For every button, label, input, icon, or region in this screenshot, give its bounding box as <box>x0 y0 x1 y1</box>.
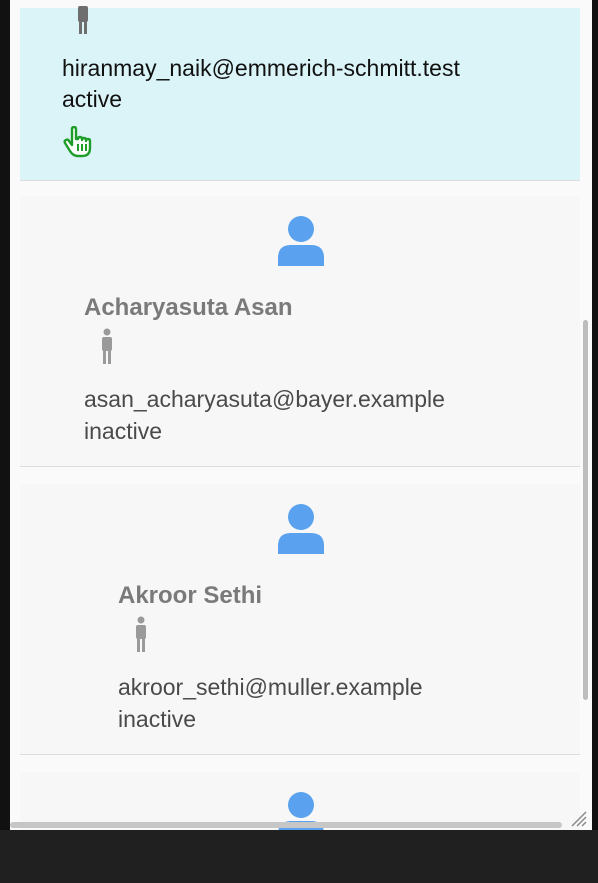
user-list-panel[interactable]: hiranmay_naik@emmerich-schmitt.test acti… <box>10 0 592 830</box>
user-status: active <box>62 86 123 112</box>
user-email: akroor_sethi@muller.example <box>118 674 423 700</box>
male-gender-icon <box>102 328 112 364</box>
user-email: hiranmay_naik@emmerich-schmitt.test <box>62 55 460 81</box>
vertical-scrollbar-thumb[interactable] <box>583 320 588 700</box>
hand-pointer-icon <box>63 126 92 158</box>
horizontal-scrollbar[interactable] <box>10 822 562 828</box>
user-email: asan_acharyasuta@bayer.example <box>84 386 445 412</box>
user-avatar-icon <box>278 504 324 554</box>
user-name: Akroor Sethi <box>118 582 263 609</box>
user-card[interactable]: Akroor Sethi akroor_sethi@muller.example… <box>20 484 580 755</box>
user-status: inactive <box>118 706 196 732</box>
resize-grip-icon[interactable] <box>566 806 588 828</box>
user-avatar-icon <box>278 216 324 266</box>
user-name: Acharyasuta Asan <box>84 294 293 321</box>
window-frame-bottom <box>0 830 598 883</box>
user-card[interactable]: Acharyasuta Asan asan_acharyasuta@bayer.… <box>20 196 580 467</box>
male-gender-icon <box>78 6 88 34</box>
user-card-selected[interactable]: hiranmay_naik@emmerich-schmitt.test acti… <box>20 6 580 181</box>
window-frame-left <box>0 0 10 883</box>
window-frame-right <box>592 0 598 883</box>
male-gender-icon <box>136 616 146 652</box>
user-status: inactive <box>84 418 162 444</box>
